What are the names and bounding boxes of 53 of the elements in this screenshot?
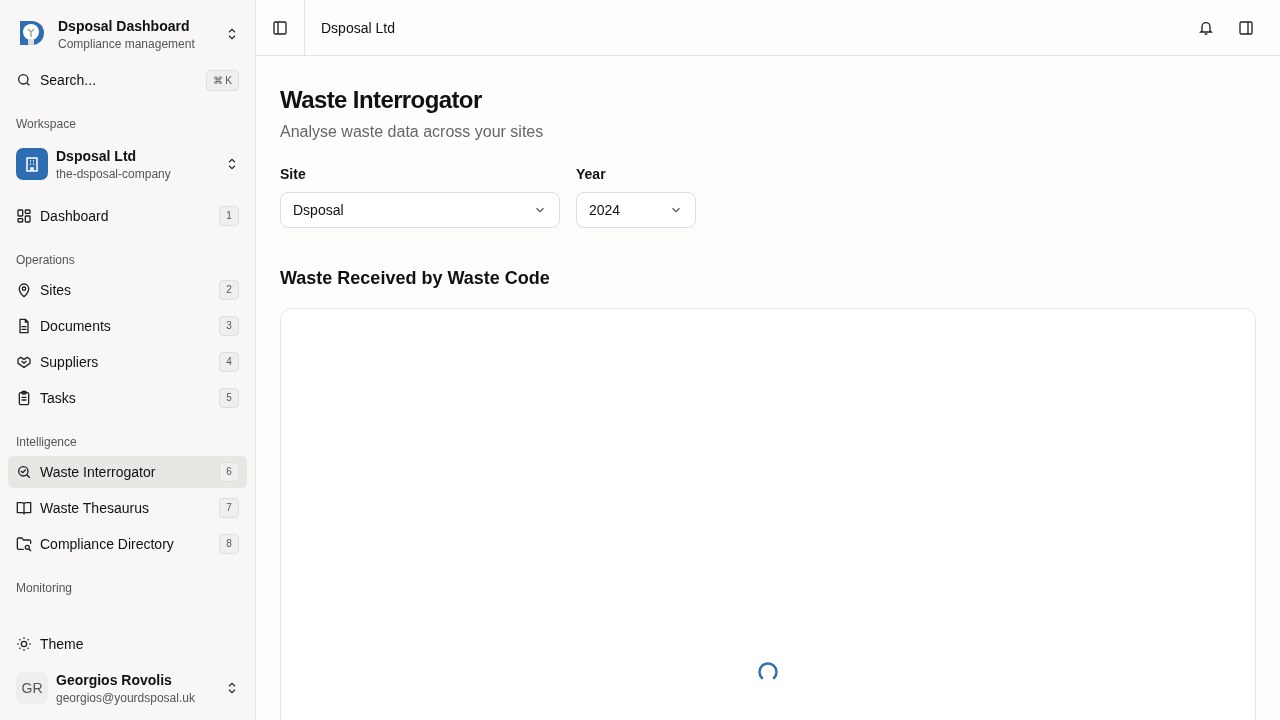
select-field[interactable]: 2024 (576, 192, 696, 228)
search-field[interactable]: Search... ⌘ K (8, 64, 247, 96)
theme-button[interactable]: Theme (8, 628, 247, 660)
clipboard-icon (16, 390, 32, 406)
nav-item[interactable]: Waste Interrogator 6 (8, 456, 247, 488)
search-check-icon (16, 464, 32, 480)
section-heading: Intelligence (15, 434, 78, 450)
sidebar-toggle-icon[interactable] (272, 19, 288, 36)
shortcut-key: 5 (219, 388, 239, 408)
app-title: Dsposal Dashboard (58, 17, 191, 36)
workspace-name: Dsposal Ltd (56, 147, 138, 166)
shortcut-key: 6 (219, 462, 239, 482)
map-pin-icon (16, 282, 32, 298)
section-heading: Operations (15, 252, 76, 268)
nav-item[interactable]: Compliance Directory 8 (8, 528, 247, 560)
nav-item[interactable]: Suppliers 4 (8, 346, 247, 378)
user-email: georgios@yourdsposal.uk (56, 690, 196, 706)
nav-item[interactable]: Waste Thesaurus 7 (8, 492, 247, 524)
folder-search-icon (16, 536, 32, 552)
field-label: Year (576, 165, 607, 184)
workspace-slug: the-dsposal-company (56, 166, 172, 182)
workspace-switcher[interactable]: Dsposal Ltd the-dsposal-company (8, 140, 247, 188)
shortcut-key: 2 (219, 280, 239, 300)
nav-item[interactable]: Tasks 5 (8, 382, 247, 414)
nav-item[interactable]: Documents 3 (8, 310, 247, 342)
avatar: GR (16, 672, 48, 704)
page-subtitle: Analyse waste data across your sites (280, 122, 545, 142)
shortcut-key: 7 (219, 498, 239, 518)
user-name: Georgios Rovolis (56, 671, 173, 690)
app-subtitle: Compliance management (58, 36, 196, 52)
book-open-icon (16, 500, 32, 516)
shortcut-key: 4 (219, 352, 239, 372)
shortcut-key: 8 (219, 534, 239, 554)
section-title: Waste Received by Waste Code (280, 267, 551, 290)
nav-item[interactable]: Dashboard 1 (8, 200, 247, 232)
shortcut-key: 1 (219, 206, 239, 226)
search-icon (16, 72, 32, 88)
building-icon (16, 148, 48, 180)
shortcut-key: 3 (219, 316, 239, 336)
section-heading: Workspace (15, 116, 77, 132)
grid-icon (16, 208, 32, 224)
nav-item[interactable]: Sites 2 (8, 274, 247, 306)
panel-toggle-icon[interactable] (1238, 19, 1254, 36)
shortcut-key: ⌘ K (205, 69, 239, 91)
sun-icon (16, 636, 32, 652)
section-heading: Monitoring (15, 580, 74, 596)
field-label: Site (280, 165, 307, 184)
breadcrumb[interactable]: Dsposal Ltd (321, 17, 1198, 38)
page-title: Waste Interrogator (280, 85, 483, 115)
document-icon (16, 318, 32, 334)
bell-icon[interactable] (1198, 19, 1214, 36)
search-placeholder: Search... (40, 71, 98, 90)
select-field[interactable]: Dsposal (280, 192, 560, 228)
